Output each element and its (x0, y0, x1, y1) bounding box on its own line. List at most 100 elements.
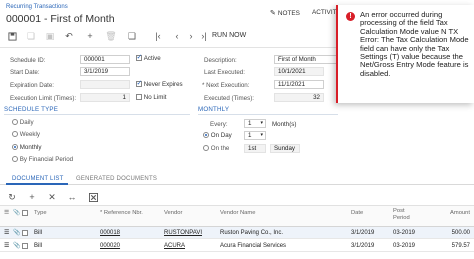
radio-selected-icon (203, 132, 209, 139)
option-label: Weekly (19, 131, 40, 138)
schedule-id-label: Schedule ID: (10, 57, 46, 64)
row-checkbox[interactable] (22, 230, 28, 237)
schedule-type-title: SCHEDULE TYPE (4, 106, 59, 113)
notes-icon: ✎ (270, 10, 276, 17)
radio-icon (12, 131, 18, 138)
chevron-down-icon: ▾ (260, 120, 263, 126)
no-limit-checkbox[interactable]: No Limit (136, 94, 166, 101)
post-period-line-1: Post (393, 208, 405, 214)
option-label: By Financial Period (19, 156, 74, 163)
expiration-date-field[interactable] (80, 80, 130, 89)
cell-vendor-name: Ruston Paving Co., Inc. (220, 230, 284, 236)
schedule-type-financial-period[interactable]: By Financial Period (12, 156, 73, 163)
first-record-icon[interactable]: |‹ (150, 30, 166, 42)
add-icon[interactable]: + (82, 30, 98, 42)
tab-bar (0, 172, 474, 185)
cell-amount: 579.57 (451, 243, 470, 249)
attachment-header-icon: 📎 (13, 210, 21, 216)
active-tab-indicator (6, 183, 68, 185)
on-day-radio[interactable]: On Day (203, 132, 232, 139)
cell-vendor-link[interactable]: RUSTONPAVI (164, 230, 202, 236)
save-icon[interactable] (4, 30, 20, 42)
last-executed-label: Last Executed: (204, 69, 245, 76)
schedule-type-weekly[interactable]: Weekly (12, 131, 40, 138)
cell-reference-link[interactable]: 000020 (100, 243, 120, 249)
schedule-type-daily[interactable]: Daily (12, 119, 34, 126)
next-execution-field[interactable]: 11/1/2021 (274, 80, 324, 89)
active-checkbox[interactable]: Active (136, 53, 161, 62)
row-menu-icon[interactable]: ☰ (4, 229, 9, 236)
paste-icon[interactable]: ▣ (42, 30, 58, 42)
tab-generated-documents[interactable]: GENERATED DOCUMENTS (76, 176, 157, 182)
run-now-button[interactable]: RUN NOW (212, 32, 246, 39)
cell-date: 3/1/2019 (351, 243, 375, 249)
notes-button[interactable]: ✎ NOTES (270, 9, 300, 18)
schedule-id-field[interactable]: 000001 (80, 55, 130, 64)
fit-columns-icon[interactable]: ↔ (65, 191, 79, 203)
every-value: 1 (248, 120, 252, 127)
copy-icon[interactable]: ❏ (23, 30, 39, 42)
on-the-ordinal-select[interactable]: 1st (244, 144, 266, 153)
radio-selected-icon (12, 144, 18, 151)
never-expires-check-icon (136, 79, 142, 88)
column-post-period[interactable]: Post Period (393, 208, 410, 222)
cell-reference-link[interactable]: 000018 (100, 230, 120, 236)
row-menu-icon: ☰ (4, 210, 10, 216)
executed-times-label: Executed (Times): (204, 95, 254, 102)
table-row[interactable]: ☰ 📎 Bill 000018 RUSTONPAVI Ruston Paving… (0, 227, 474, 239)
cell-post-period: 03-2019 (393, 243, 416, 249)
execution-limit-field[interactable]: 1 (80, 93, 130, 102)
export-excel-icon[interactable] (86, 191, 100, 203)
column-amount[interactable]: Amount (450, 210, 470, 216)
every-select[interactable]: 1 ▾ (244, 119, 266, 128)
radio-icon (12, 156, 18, 163)
months-label: Month(s) (272, 121, 297, 128)
schedule-type-monthly[interactable]: Monthly (12, 144, 41, 151)
start-date-field[interactable]: 3/1/2019 (80, 67, 130, 76)
column-date[interactable]: Date (351, 210, 363, 216)
column-type[interactable]: Type (34, 210, 47, 216)
executed-times-field: 32 (274, 93, 324, 102)
expiration-date-label: Expiration Date: (10, 82, 55, 89)
on-day-select[interactable]: 1 ▾ (244, 131, 266, 140)
cell-vendor-link[interactable]: ACURA (164, 243, 185, 249)
column-vendor-name[interactable]: Vendor Name (220, 210, 255, 216)
monthly-title: MONTHLY (198, 106, 230, 113)
error-notification[interactable]: ! An error occurred during processing of… (336, 5, 474, 103)
delete-row-icon[interactable]: ✕ (45, 191, 59, 203)
attachment-icon[interactable]: 📎 (13, 229, 20, 236)
row-checkbox[interactable] (22, 243, 28, 250)
last-executed-field: 10/1/2021 (274, 67, 324, 76)
notes-label: NOTES (277, 9, 300, 17)
row-menu-icon[interactable]: ☰ (4, 242, 9, 249)
error-icon: ! (346, 12, 355, 21)
attachment-icon[interactable]: 📎 (13, 242, 20, 249)
delete-icon[interactable]: 🗑 (103, 30, 119, 42)
option-label: Monthly (19, 144, 42, 151)
cell-type: Bill (34, 243, 43, 249)
tab-document-list[interactable]: DOCUMENT LIST (12, 176, 64, 182)
never-expires-checkbox[interactable]: Never Expires (136, 79, 183, 88)
refresh-icon[interactable]: ↻ (5, 191, 19, 203)
description-field[interactable]: First of Month (274, 55, 338, 64)
table-row[interactable]: ☰ 📎 Bill 000020 ACURA Acura Financial Se… (0, 240, 474, 252)
breadcrumb[interactable]: Recurring Transactions (6, 4, 68, 10)
add-row-icon[interactable]: + (25, 191, 39, 203)
copy-paste-icon[interactable]: ❏ (124, 30, 140, 42)
select-all-checkbox[interactable] (22, 210, 28, 217)
post-period-line-2: Period (393, 215, 410, 221)
column-vendor[interactable]: Vendor (164, 210, 182, 216)
activities-button[interactable]: ACTIVITI (312, 9, 338, 16)
no-limit-check-icon (136, 94, 142, 101)
option-label: Daily (19, 119, 34, 126)
on-the-radio[interactable]: On the (203, 145, 229, 152)
undo-icon[interactable]: ↶ (61, 30, 77, 42)
radio-icon (12, 119, 18, 126)
error-message: An error occurred during processing of t… (360, 10, 469, 78)
on-the-weekday-select[interactable]: Sunday (270, 144, 300, 153)
last-record-icon[interactable]: ›| (196, 30, 212, 42)
cell-vendor-name: Acura Financial Services (220, 243, 287, 249)
column-reference-nbr[interactable]: * Reference Nbr. (100, 210, 143, 216)
on-day-label: On Day (210, 132, 232, 139)
radio-icon (203, 145, 209, 152)
